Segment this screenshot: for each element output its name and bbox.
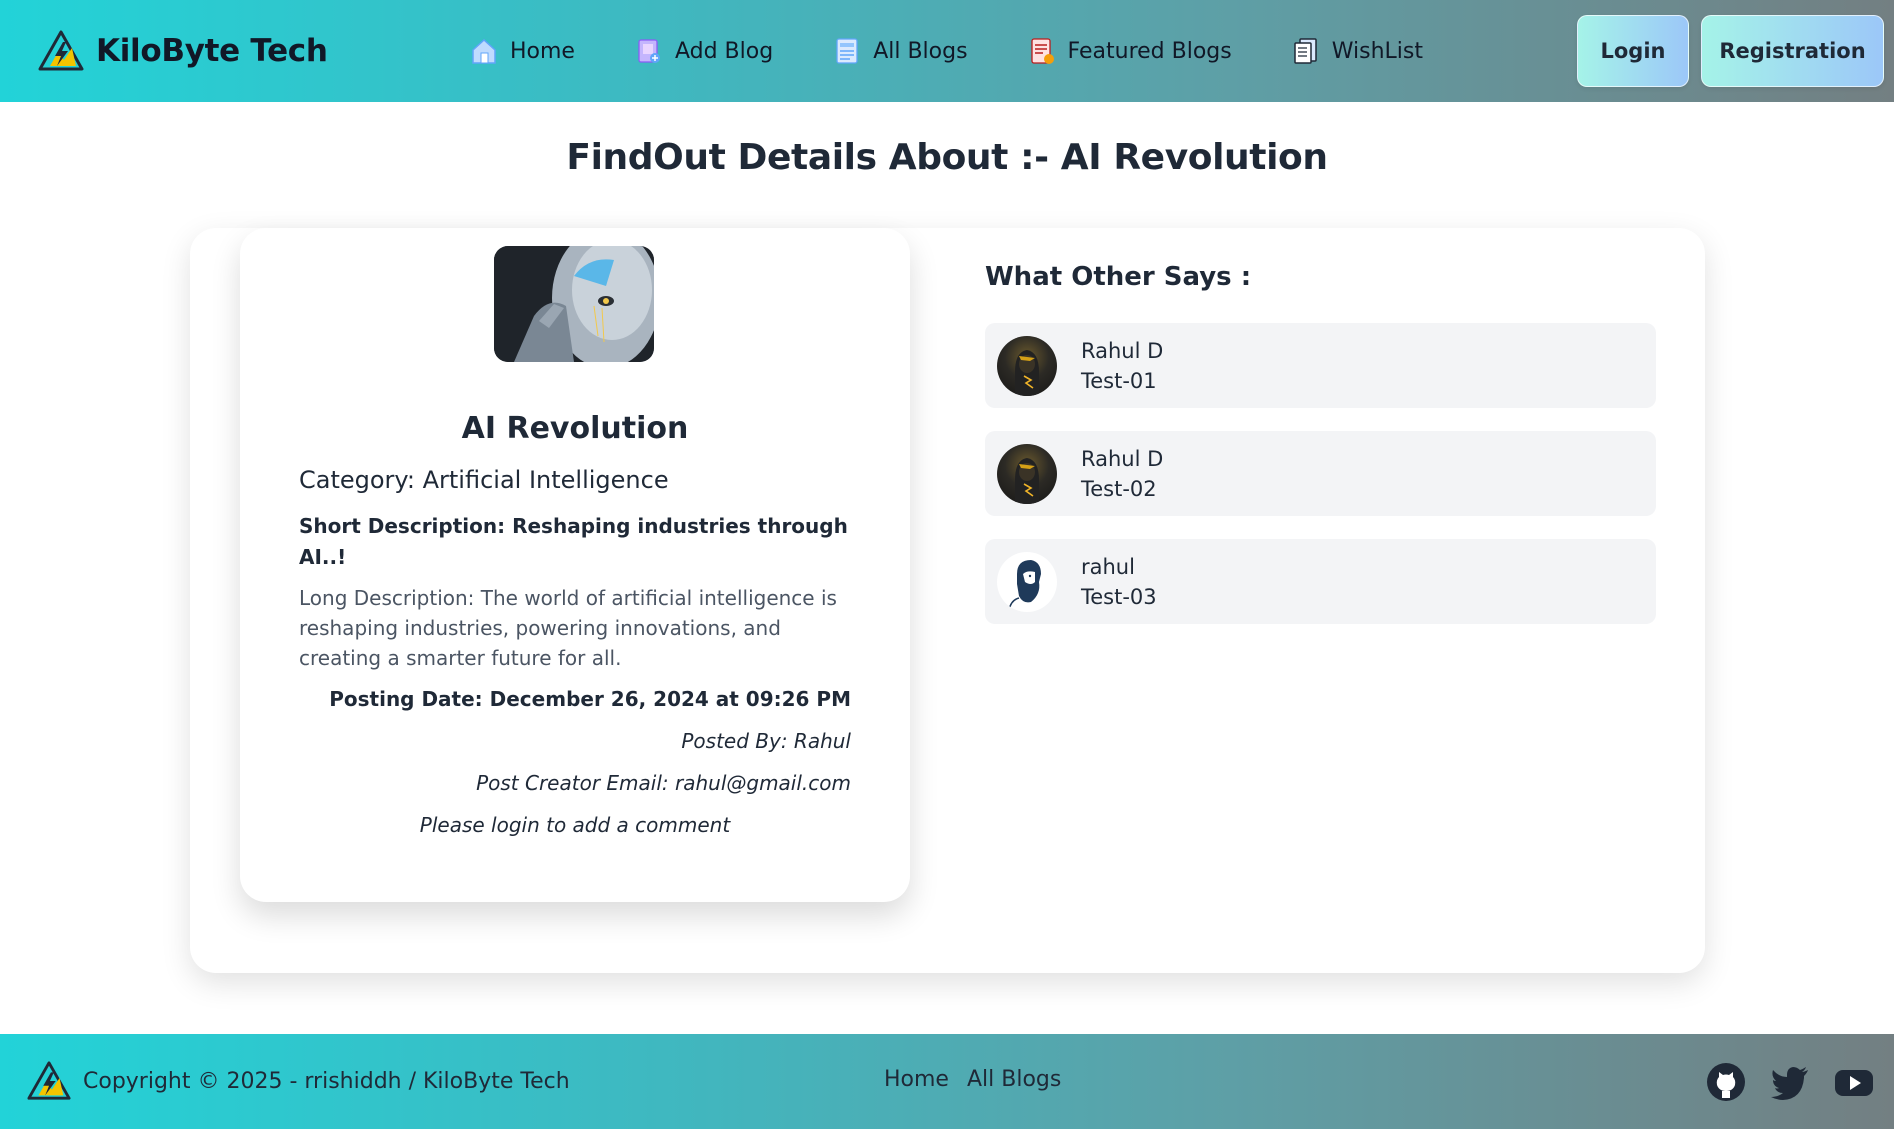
home-icon <box>472 38 496 64</box>
kilobyte-logo-icon <box>27 1061 71 1100</box>
comment-body: Test-01 <box>1081 368 1157 393</box>
login-to-comment-note: Please login to add a comment <box>419 813 731 837</box>
blog-creator-email: Post Creator Email: rahul@gmail.com <box>476 771 851 795</box>
blog-image <box>494 246 654 362</box>
all-blogs-icon <box>836 38 858 64</box>
comment-body: Test-03 <box>1081 584 1157 609</box>
nav-add-blog[interactable]: Add Blog <box>635 36 773 66</box>
robot-image-icon <box>494 246 654 362</box>
youtube-icon[interactable] <box>1834 1062 1874 1102</box>
main-nav: Home Add Blog All Blogs Featured Blogs W… <box>470 30 1423 72</box>
comment-author: Rahul D <box>1081 446 1164 471</box>
nav-home-label: Home <box>510 38 575 64</box>
wishlist-icon <box>1293 38 1317 64</box>
comment-item: Rahul D Test-02 <box>985 431 1656 516</box>
hooded-figure-avatar-icon <box>1015 349 1039 396</box>
blog-posting-date: Posting Date: December 26, 2024 at 09:26… <box>329 687 851 711</box>
footer: Copyright © 2025 - rrishiddh / KiloByte … <box>0 1034 1894 1129</box>
comment-item: Rahul D Test-01 <box>985 323 1656 408</box>
footer-link-all-blogs[interactable]: All Blogs <box>967 1067 1061 1092</box>
page-title: FindOut Details About :- AI Revolution <box>566 137 1328 178</box>
github-icon[interactable] <box>1706 1062 1746 1102</box>
blog-posted-by: Posted By: Rahul <box>681 729 851 753</box>
blog-short-description: Short Description: Reshaping industries … <box>299 514 848 569</box>
avatar <box>997 551 1057 612</box>
bearded-man-avatar-icon <box>1008 559 1041 610</box>
blog-title: AI Revolution <box>461 411 689 446</box>
comment-text: Rahul D Test-01 <box>1081 336 1163 396</box>
login-button[interactable]: Login <box>1577 15 1689 87</box>
nav-all-blogs[interactable]: All Blogs <box>833 36 968 66</box>
nav-featured-blogs[interactable]: Featured Blogs <box>1028 36 1232 66</box>
brand-name: KiloByte Tech <box>96 33 328 69</box>
kilobyte-logo-icon <box>38 30 84 71</box>
comments-title: What Other Says : <box>985 262 1252 292</box>
blog-long-description: Long Description: The world of artificia… <box>299 586 837 670</box>
footer-link-home[interactable]: Home <box>884 1067 949 1092</box>
auth-buttons: Login Registration <box>1577 15 1884 87</box>
nav-add-blog-label: Add Blog <box>674 38 774 64</box>
avatar <box>997 443 1057 504</box>
navbar: KiloByte Tech Home Add Blog All Blogs Fe… <box>0 0 1894 102</box>
nav-featured-blogs-label: Featured Blogs <box>1067 38 1232 64</box>
nav-wishlist-label: WishList <box>1331 38 1423 64</box>
featured-blogs-icon <box>1030 38 1054 64</box>
social-links <box>1706 1062 1874 1102</box>
brand-link[interactable]: KiloByte Tech <box>38 28 328 74</box>
footer-copyright: Copyright © 2025 - rrishiddh / KiloByte … <box>83 1068 570 1094</box>
comment-item: rahul Test-03 <box>985 539 1656 624</box>
nav-home[interactable]: Home <box>470 36 575 66</box>
blog-category: Category: Artificial Intelligence <box>299 466 669 494</box>
hooded-figure-avatar-icon <box>1015 457 1039 504</box>
blog-card: AI Revolution Category: Artificial Intel… <box>240 228 910 902</box>
avatar <box>997 335 1057 396</box>
twitter-icon[interactable] <box>1770 1062 1810 1102</box>
add-blog-icon <box>638 39 660 63</box>
comment-author: Rahul D <box>1081 338 1164 363</box>
nav-wishlist[interactable]: WishList <box>1292 36 1423 66</box>
comment-text: rahul Test-03 <box>1081 552 1157 612</box>
comment-body: Test-02 <box>1081 476 1157 501</box>
footer-brand: Copyright © 2025 - rrishiddh / KiloByte … <box>27 1060 570 1102</box>
registration-button[interactable]: Registration <box>1701 15 1884 87</box>
nav-all-blogs-label: All Blogs <box>873 38 968 64</box>
comment-author: rahul <box>1081 554 1135 579</box>
footer-nav: Home All Blogs <box>884 1067 1061 1092</box>
comment-text: Rahul D Test-02 <box>1081 444 1163 504</box>
